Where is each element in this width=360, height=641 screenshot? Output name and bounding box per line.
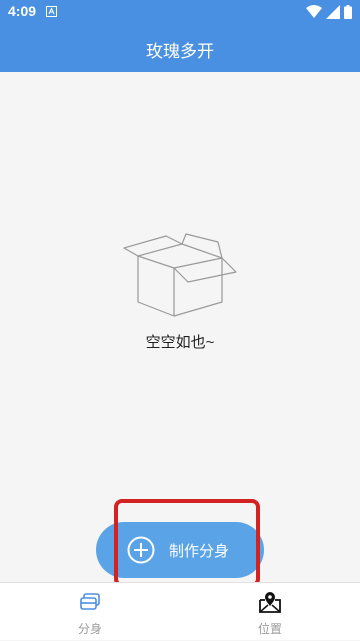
location-icon — [259, 592, 281, 613]
empty-state: 空空如也~ — [0, 72, 360, 582]
nav-item-location[interactable]: 位置 — [180, 583, 360, 641]
nav-item-label: 分身 — [77, 622, 102, 636]
empty-box-icon — [123, 233, 237, 317]
wifi-icon — [306, 5, 322, 18]
create-clone-label: 制作分身 — [169, 542, 230, 560]
signal-icon — [326, 5, 340, 19]
plus-circle-icon — [127, 536, 155, 564]
app-bar: 玫瑰多开 — [0, 24, 360, 72]
empty-state-text: 空空如也~ — [145, 334, 215, 351]
clone-icon — [80, 593, 100, 610]
nav-item-clone[interactable]: 分身 — [0, 583, 180, 641]
bottom-nav: 分身 位置 — [0, 582, 360, 640]
status-time: 4:09 — [8, 3, 37, 19]
nav-item-label: 位置 — [257, 622, 282, 636]
page-title: 玫瑰多开 — [146, 42, 214, 61]
create-clone-button[interactable]: 制作分身 — [96, 522, 264, 578]
notification-a-icon — [46, 6, 57, 17]
status-bar: 4:09 — [0, 0, 360, 24]
battery-icon — [344, 5, 352, 19]
